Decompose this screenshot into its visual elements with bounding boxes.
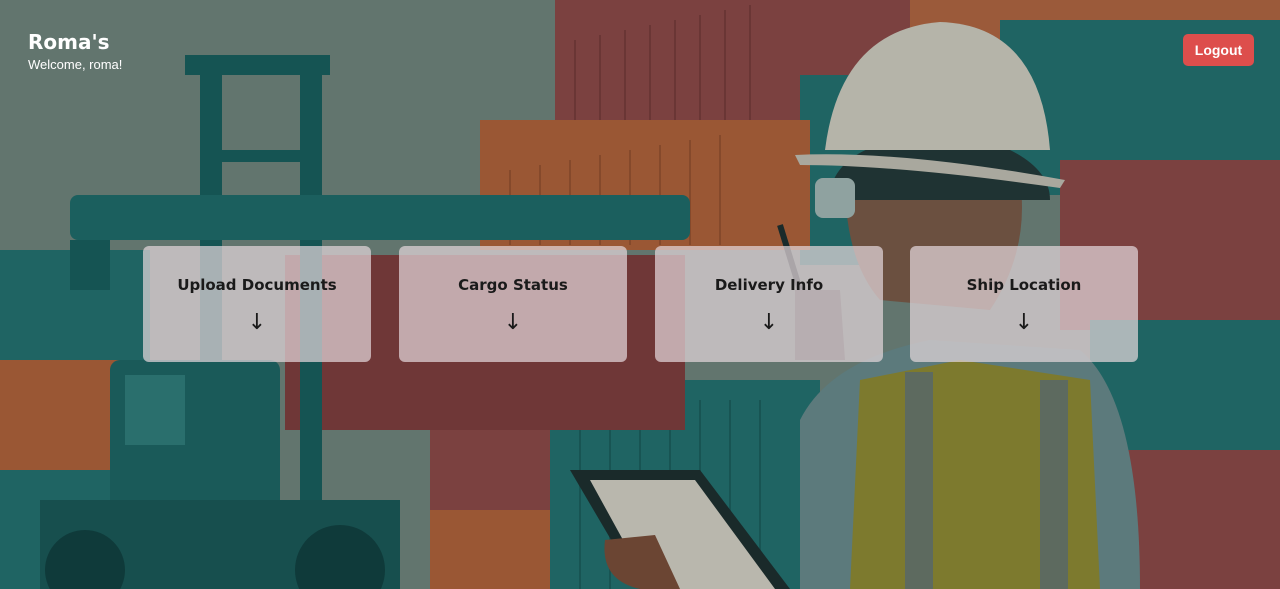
- logout-button[interactable]: Logout: [1183, 34, 1254, 66]
- app-title: Roma's: [28, 30, 110, 54]
- arrow-down-icon: ↓: [247, 310, 267, 335]
- delivery-info-card[interactable]: Delivery Info ↓: [655, 246, 883, 362]
- cargo-status-card[interactable]: Cargo Status ↓: [399, 246, 627, 362]
- card-title: Delivery Info: [714, 276, 824, 294]
- arrow-down-icon: ↓: [1014, 310, 1034, 335]
- card-title: Cargo Status: [458, 276, 568, 294]
- upload-documents-card[interactable]: Upload Documents ↓: [143, 246, 371, 362]
- ship-location-card[interactable]: Ship Location ↓: [910, 246, 1138, 362]
- card-title: Ship Location: [966, 276, 1082, 294]
- arrow-down-icon: ↓: [503, 310, 523, 335]
- welcome-message: Welcome, roma!: [28, 57, 123, 72]
- arrow-down-icon: ↓: [759, 310, 779, 335]
- card-title: Upload Documents: [177, 276, 337, 294]
